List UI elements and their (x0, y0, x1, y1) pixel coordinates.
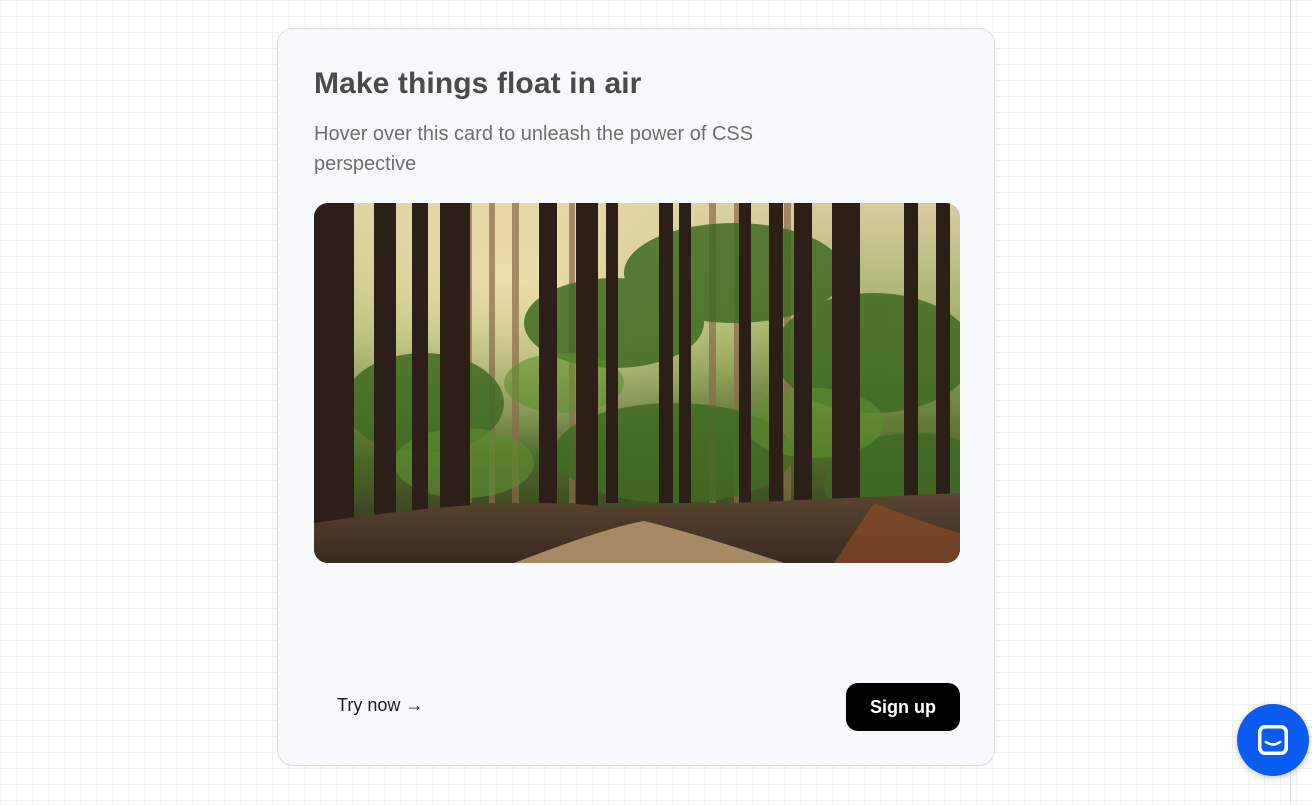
forest-image (314, 203, 960, 563)
chat-launcher-button[interactable] (1237, 704, 1309, 776)
float-card[interactable]: Make things float in air Hover over this… (277, 28, 995, 766)
try-now-link[interactable]: Try now → (337, 695, 423, 716)
card-title: Make things float in air (314, 67, 642, 100)
card-description: Hover over this card to unleash the powe… (314, 123, 754, 175)
sign-up-button[interactable]: Sign up (846, 683, 960, 731)
page-edge-divider (1290, 0, 1291, 805)
chat-bubble-icon (1256, 723, 1290, 757)
